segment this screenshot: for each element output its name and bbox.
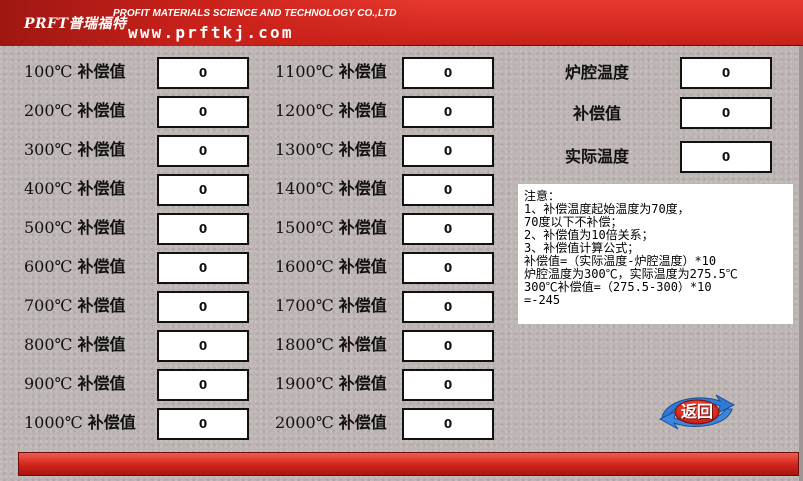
company-logo: PRFT普瑞福特 xyxy=(24,16,127,32)
row-temperature: 1300℃ xyxy=(275,140,334,159)
row-compensation-label: 补偿值 xyxy=(338,62,387,81)
row-temperature: 200℃ xyxy=(24,101,73,120)
compensation-value-input[interactable]: 0 xyxy=(402,174,494,206)
note-line: =-245 xyxy=(524,293,561,307)
compensation-value-input[interactable]: 0 xyxy=(402,408,494,440)
compensation-value-input[interactable]: 0 xyxy=(402,252,494,284)
row-compensation-label: 补偿值 xyxy=(338,140,387,159)
row-temperature: 700℃ xyxy=(24,296,73,315)
compensation-row-label: 1300℃ 补偿值 xyxy=(275,138,387,162)
actual-temp-label: 实际温度 xyxy=(564,147,629,166)
row-temperature: 1400℃ xyxy=(275,179,334,198)
header-bar: PRFT普瑞福特 PROFIT MATERIALS SCIENCE AND TE… xyxy=(0,0,803,46)
compensation-value-input[interactable]: 0 xyxy=(157,369,249,401)
compensation-row-label: 1800℃ 补偿值 xyxy=(275,333,387,357)
row-compensation-label: 补偿值 xyxy=(77,179,126,198)
row-compensation-label: 补偿值 xyxy=(77,101,126,120)
compensation-row-label: 100℃ 补偿值 xyxy=(24,60,126,84)
compensation-value-input[interactable]: 0 xyxy=(402,96,494,128)
row-temperature: 400℃ xyxy=(24,179,73,198)
compensation-value-input[interactable]: 0 xyxy=(402,330,494,362)
furnace-temp-value[interactable]: 0 xyxy=(680,57,772,89)
row-temperature: 1100℃ xyxy=(275,62,334,81)
compensation-value[interactable]: 0 xyxy=(680,97,772,129)
row-temperature: 300℃ xyxy=(24,140,73,159)
compensation-row-label: 1700℃ 补偿值 xyxy=(275,294,387,318)
compensation-row-label: 200℃ 补偿值 xyxy=(24,99,126,123)
row-temperature: 1000℃ xyxy=(24,413,83,432)
back-button[interactable]: 返回 xyxy=(656,393,738,431)
compensation-row-label: 700℃ 补偿值 xyxy=(24,294,126,318)
row-temperature: 1500℃ xyxy=(275,218,334,237)
compensation-row-label: 1500℃ 补偿值 xyxy=(275,216,387,240)
compensation-label: 补偿值 xyxy=(572,104,621,123)
row-compensation-label: 补偿值 xyxy=(338,413,387,432)
row-compensation-label: 补偿值 xyxy=(87,413,136,432)
compensation-value-input[interactable]: 0 xyxy=(402,213,494,245)
row-compensation-label: 补偿值 xyxy=(338,179,387,198)
website-url: www.prftkj.com xyxy=(128,23,294,42)
compensation-row-label: 1600℃ 补偿值 xyxy=(275,255,387,279)
row-temperature: 1900℃ xyxy=(275,374,334,393)
compensation-value-input[interactable]: 0 xyxy=(402,135,494,167)
row-temperature: 800℃ xyxy=(24,335,73,354)
compensation-value-input[interactable]: 0 xyxy=(157,330,249,362)
row-compensation-label: 补偿值 xyxy=(338,101,387,120)
row-compensation-label: 补偿值 xyxy=(338,335,387,354)
right-edge-divider xyxy=(799,46,803,481)
row-compensation-label: 补偿值 xyxy=(77,218,126,237)
furnace-temp-label: 炉腔温度 xyxy=(564,63,629,82)
row-compensation-label: 补偿值 xyxy=(77,62,126,81)
row-temperature: 1800℃ xyxy=(275,335,334,354)
row-compensation-label: 补偿值 xyxy=(338,374,387,393)
compensation-row-label: 900℃ 补偿值 xyxy=(24,372,126,396)
compensation-value-input[interactable]: 0 xyxy=(402,369,494,401)
notes-panel: 注意： 1、补偿温度起始温度为70度， 70度以下不补偿； 2、补偿值为10倍关… xyxy=(518,184,793,324)
compensation-row-label: 1200℃ 补偿值 xyxy=(275,99,387,123)
row-temperature: 100℃ xyxy=(24,62,73,81)
row-temperature: 1600℃ xyxy=(275,257,334,276)
compensation-row-label: 500℃ 补偿值 xyxy=(24,216,126,240)
row-compensation-label: 补偿值 xyxy=(77,257,126,276)
row-temperature: 600℃ xyxy=(24,257,73,276)
compensation-value-input[interactable]: 0 xyxy=(157,291,249,323)
row-compensation-label: 补偿值 xyxy=(338,218,387,237)
compensation-row-label: 1000℃ 补偿值 xyxy=(24,411,136,435)
compensation-value-input[interactable]: 0 xyxy=(157,135,249,167)
row-compensation-label: 补偿值 xyxy=(77,335,126,354)
footer-bar xyxy=(18,452,799,476)
company-name: PROFIT MATERIALS SCIENCE AND TECHNOLOGY … xyxy=(113,8,397,19)
compensation-row-label: 600℃ 补偿值 xyxy=(24,255,126,279)
compensation-value-input[interactable]: 0 xyxy=(157,57,249,89)
row-temperature: 500℃ xyxy=(24,218,73,237)
compensation-value-input[interactable]: 0 xyxy=(157,408,249,440)
compensation-row-label: 1100℃ 补偿值 xyxy=(275,60,387,84)
row-temperature: 900℃ xyxy=(24,374,73,393)
row-compensation-label: 补偿值 xyxy=(77,296,126,315)
row-compensation-label: 补偿值 xyxy=(77,140,126,159)
compensation-row-label: 1900℃ 补偿值 xyxy=(275,372,387,396)
compensation-row-label: 400℃ 补偿值 xyxy=(24,177,126,201)
compensation-value-input[interactable]: 0 xyxy=(402,57,494,89)
actual-temp-value[interactable]: 0 xyxy=(680,141,772,173)
compensation-row-label: 2000℃ 补偿值 xyxy=(275,411,387,435)
row-compensation-label: 补偿值 xyxy=(77,374,126,393)
row-temperature: 1700℃ xyxy=(275,296,334,315)
compensation-row-label: 1400℃ 补偿值 xyxy=(275,177,387,201)
row-temperature: 1200℃ xyxy=(275,101,334,120)
compensation-value-input[interactable]: 0 xyxy=(157,252,249,284)
back-button-label: 返回 xyxy=(680,402,713,421)
compensation-row-label: 300℃ 补偿值 xyxy=(24,138,126,162)
row-compensation-label: 补偿值 xyxy=(338,296,387,315)
compensation-value-input[interactable]: 0 xyxy=(402,291,494,323)
row-temperature: 2000℃ xyxy=(275,413,334,432)
row-compensation-label: 补偿值 xyxy=(338,257,387,276)
compensation-value-input[interactable]: 0 xyxy=(157,213,249,245)
compensation-value-input[interactable]: 0 xyxy=(157,174,249,206)
compensation-value-input[interactable]: 0 xyxy=(157,96,249,128)
compensation-row-label: 800℃ 补偿值 xyxy=(24,333,126,357)
